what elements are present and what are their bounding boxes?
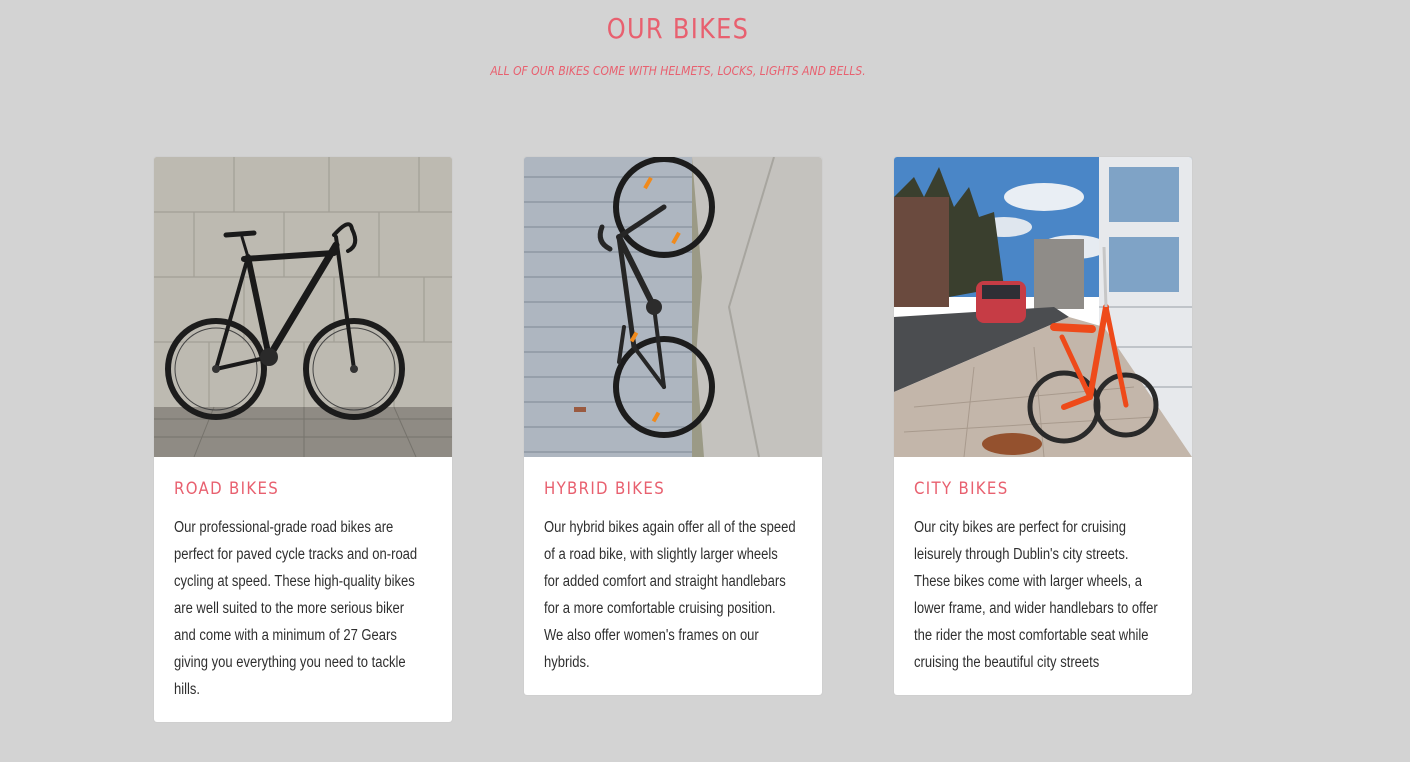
card-title: CITY BIKES	[914, 479, 1009, 499]
bike-card-road: ROAD BIKES Our professional-grade road b…	[154, 157, 452, 722]
bike-card-hybrid: HYBRID BIKES Our hybrid bikes again offe…	[524, 157, 822, 695]
card-title: ROAD BIKES	[174, 479, 280, 499]
bikes-section: OUR BIKES ALL OF OUR BIKES COME WITH HEL…	[0, 0, 1410, 762]
road-bike-photo	[154, 157, 452, 457]
card-description: Our city bikes are perfect for cruising …	[914, 519, 1158, 671]
section-title: OUR BIKES	[606, 12, 750, 45]
section-subtitle: ALL OF OUR BIKES COME WITH HELMETS, LOCK…	[490, 63, 866, 78]
card-title: HYBRID BIKES	[544, 479, 666, 499]
bike-card-city: CITY BIKES Our city bikes are perfect fo…	[894, 157, 1192, 695]
card-description: Our professional-grade road bikes are pe…	[174, 519, 418, 698]
hybrid-bike-photo	[524, 157, 822, 457]
card-description: Our hybrid bikes again offer all of the …	[544, 519, 796, 671]
city-bike-photo	[894, 157, 1192, 457]
